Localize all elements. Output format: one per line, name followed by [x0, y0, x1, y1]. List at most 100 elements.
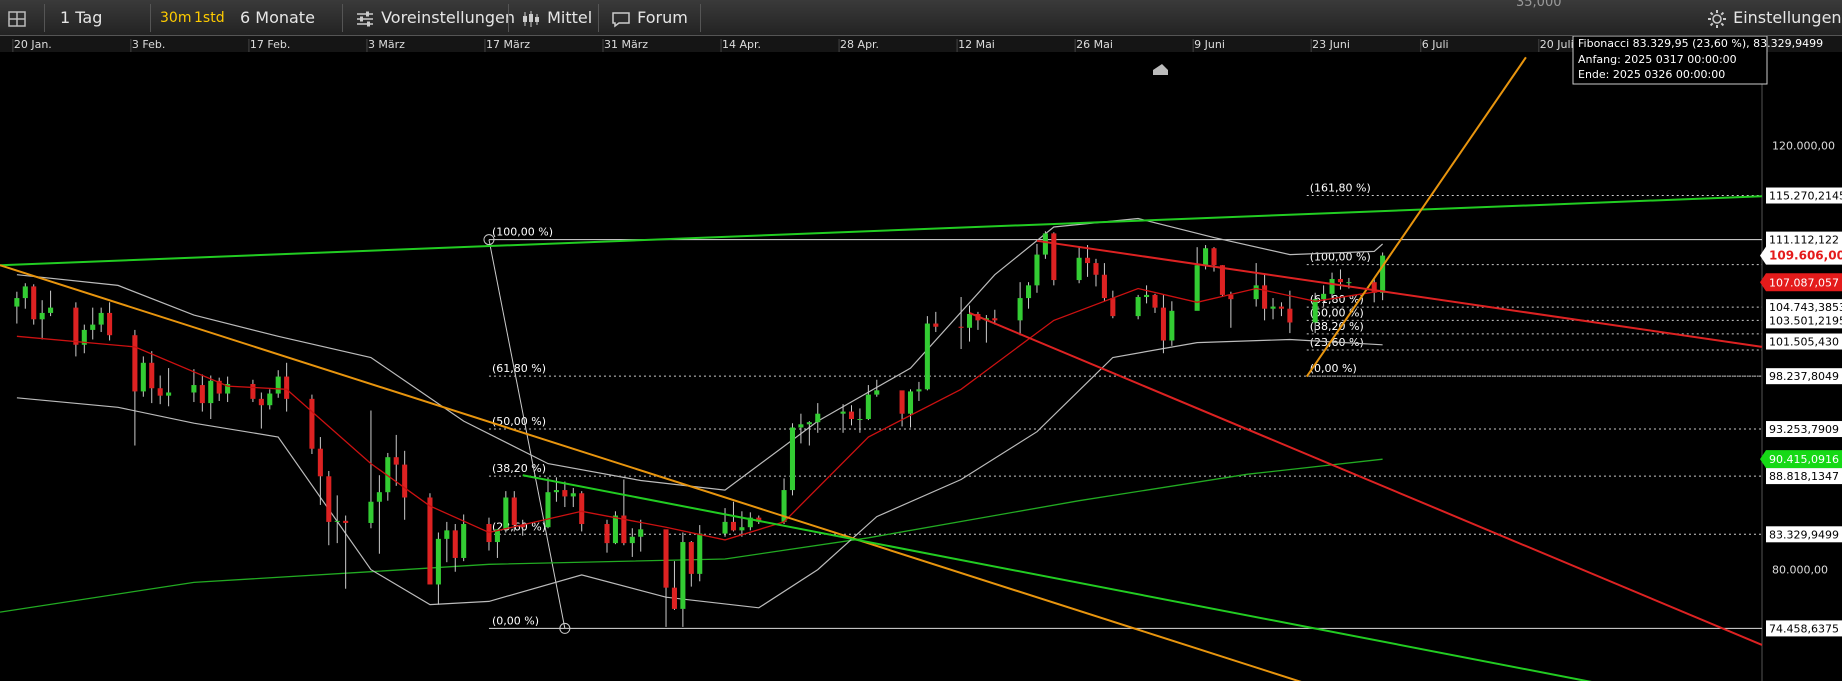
candle-up: [1017, 298, 1023, 321]
candle-down: [317, 448, 323, 477]
candle-up: [461, 524, 467, 558]
candle-up: [874, 390, 880, 395]
x-tick-label: 23 Juni: [1312, 38, 1350, 51]
candle-up: [553, 490, 559, 493]
x-tick-label: 20 Juli: [1540, 38, 1574, 51]
candle-up: [1321, 293, 1327, 300]
price-label-text: 115.270,2145: [1769, 190, 1842, 203]
price-label-text: 103.501,2195: [1769, 314, 1842, 327]
candle-up: [39, 312, 45, 320]
x-tick-label: 17 März: [486, 38, 530, 51]
info-line-3: Ende: 2025 0326 00:00:00: [1578, 68, 1725, 81]
candle-up: [368, 501, 374, 523]
candle-down: [1152, 294, 1158, 308]
fibonacci-level-label: (100,00 %): [492, 226, 553, 239]
candle-down: [132, 335, 138, 392]
x-tick-label: 6 Juli: [1422, 38, 1449, 51]
candle-down: [1085, 257, 1091, 264]
chart-background: [0, 36, 1842, 681]
candle-up: [208, 380, 214, 404]
price-label: 90.415,0916: [1760, 450, 1842, 469]
candle-up: [840, 411, 846, 414]
price-chart[interactable]: 20 Jan. 3 Feb. 17 Feb. 3 März 17 März 31 März…: [0, 36, 1842, 681]
x-tick-label: 12 Mai: [958, 38, 995, 51]
price-label-text: 88.818,1347: [1769, 470, 1839, 483]
info-line-1: Fibonacci 83.329,95 (23,60 %), 83.329,94…: [1578, 37, 1823, 50]
price-label-text: 109.606,000: [1769, 249, 1842, 263]
candlestick-icon: [523, 10, 539, 27]
candle-up: [22, 286, 28, 299]
x-tick-label: 14 Apr.: [722, 38, 761, 51]
partial-value: 35,000: [1516, 0, 1562, 10]
price-label: 111.112,122: [1766, 231, 1842, 248]
candle-down: [1278, 306, 1284, 309]
indicator-button[interactable]: Mittel: [520, 0, 592, 36]
x-tick-label: 3 März: [368, 38, 405, 51]
candle-down: [688, 542, 694, 574]
grid-icon: [8, 10, 26, 27]
resolution-30m-button[interactable]: 30m: [160, 0, 191, 36]
forum-button[interactable]: Forum: [610, 0, 688, 36]
candle-down: [393, 457, 399, 465]
x-tick-label: 3 Feb.: [132, 38, 165, 51]
x-tick-label: 9 Juni: [1194, 38, 1225, 51]
candle-down: [1262, 285, 1268, 309]
candle-down: [663, 529, 669, 588]
x-tick-label: 28 Apr.: [840, 38, 879, 51]
fibonacci-level-label: (0,00 %): [1310, 362, 1357, 375]
candle-up: [1026, 285, 1032, 299]
toolbar-separator: [700, 4, 701, 32]
toolbar-separator: [150, 4, 151, 32]
candle-up: [570, 493, 576, 497]
candle-up: [1194, 265, 1200, 311]
candle-down: [730, 521, 736, 531]
candle-down: [511, 497, 517, 526]
settings-button[interactable]: Einstellungen: [1706, 0, 1842, 36]
price-label-text: 111.112,122: [1769, 234, 1839, 247]
candle-up: [924, 323, 930, 390]
info-line-2: Anfang: 2025 0317 00:00:00: [1578, 53, 1737, 66]
candle-up: [815, 413, 821, 423]
indicator-label: Mittel: [547, 8, 593, 27]
interval-select[interactable]: 1 Tag: [60, 0, 102, 36]
fibonacci-level-label: (0,00 %): [492, 614, 539, 627]
price-label: 107.087,057: [1760, 273, 1842, 292]
price-label: 103.501,2195: [1766, 312, 1842, 329]
candle-up: [1203, 248, 1209, 266]
candle-down: [1211, 248, 1217, 266]
x-tick-label: 17 Feb.: [250, 38, 290, 51]
toolbar-separator: [342, 4, 343, 32]
candle-up: [1380, 255, 1386, 293]
candle-up: [267, 393, 273, 406]
candle-up: [444, 530, 450, 539]
fibonacci-level-label: (61,80 %): [492, 362, 546, 375]
layout-grid-button[interactable]: [6, 0, 46, 36]
presets-label: Voreinstellungen: [381, 8, 516, 27]
candle-down: [452, 530, 458, 558]
price-label-text: 107.087,057: [1769, 276, 1839, 289]
candle-up: [1034, 254, 1040, 286]
candle-up: [857, 419, 863, 421]
candle-down: [1219, 265, 1225, 295]
presets-button[interactable]: Voreinstellungen: [354, 0, 515, 36]
candle-down: [958, 326, 964, 328]
price-label-text: 104.743,3853: [1769, 301, 1842, 314]
candle-down: [992, 318, 998, 321]
candle-down: [1287, 308, 1293, 323]
candle-up: [1312, 299, 1318, 323]
candle-up: [98, 312, 104, 325]
price-label: 109.606,000: [1760, 246, 1842, 265]
candle-down: [402, 464, 408, 498]
x-tick-label: 20 Jan.: [14, 38, 52, 51]
candle-up: [612, 515, 618, 544]
candle-up: [966, 313, 973, 328]
toolbar-separator: [508, 4, 509, 32]
candle-down: [199, 385, 205, 404]
period-select[interactable]: 6 Monate: [240, 0, 315, 36]
candle-up: [545, 492, 551, 528]
candle-down: [1160, 307, 1166, 341]
resolution-1std-button[interactable]: 1std: [194, 0, 225, 36]
gear-icon: [1708, 9, 1726, 28]
candle-down: [1337, 278, 1343, 283]
price-label: 98.237,8049: [1766, 368, 1842, 385]
